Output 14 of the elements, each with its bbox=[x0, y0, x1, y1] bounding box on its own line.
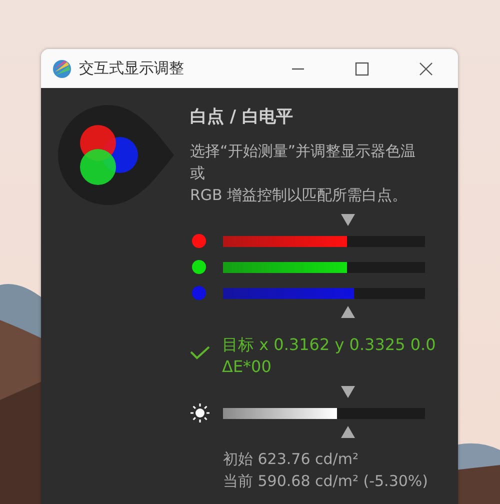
target-value: 目标 x 0.3162 y 0.3325 0.0 ΔE*00 bbox=[222, 334, 437, 378]
section-heading: 白点 / 白电平 bbox=[190, 106, 294, 128]
app-icon bbox=[52, 58, 72, 78]
close-icon bbox=[419, 62, 433, 76]
target-marker-icon bbox=[341, 306, 356, 318]
minimize-icon bbox=[291, 68, 305, 70]
brightness-icon bbox=[190, 403, 210, 423]
window-title: 交互式显示调整 bbox=[79, 59, 185, 78]
target-marker-icon bbox=[341, 426, 356, 438]
maximize-icon bbox=[355, 62, 369, 76]
description: 选择“开始测量”并调整显示器色温或 RGB 增益控制以匹配所需白点。 bbox=[190, 141, 417, 206]
rgb-circles-icon bbox=[58, 105, 174, 205]
luminance-reading: 初始 623.76 cd/m² bbox=[223, 449, 360, 470]
luminance-reading: 当前 590.68 cd/m² (-5.30%) bbox=[223, 471, 430, 492]
